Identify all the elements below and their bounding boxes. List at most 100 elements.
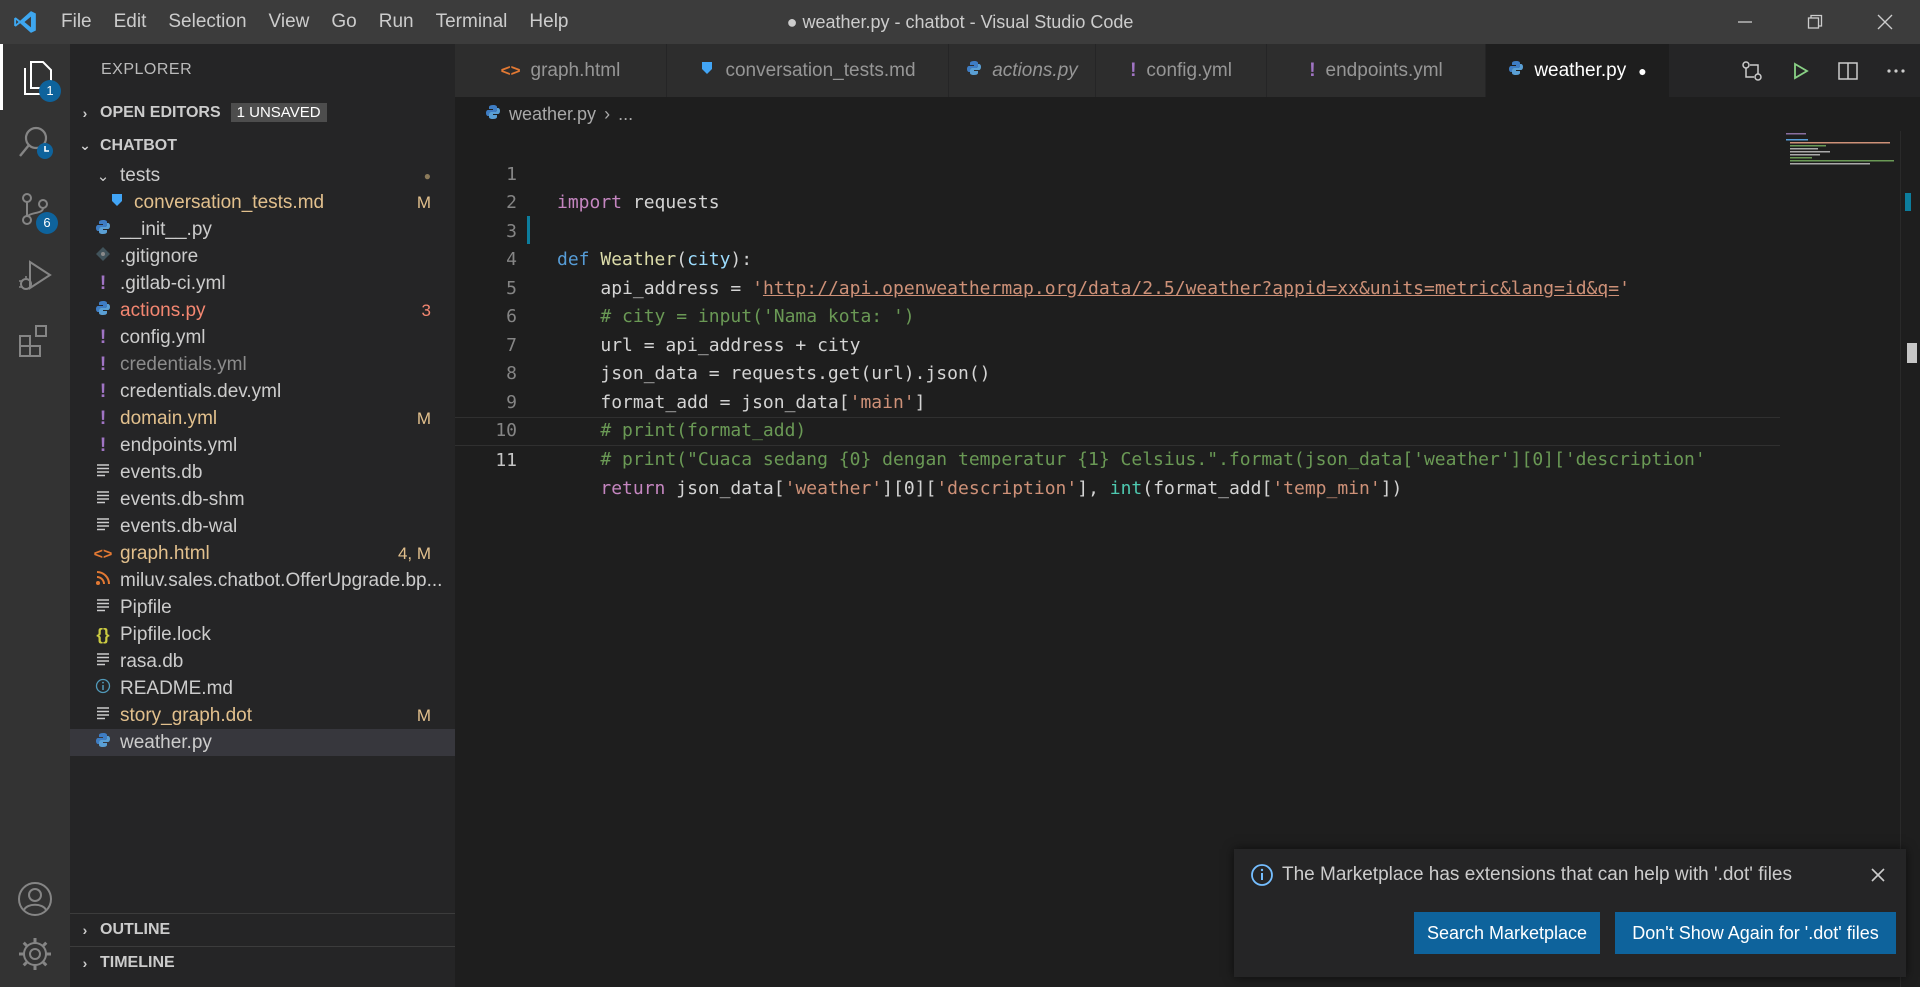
explorer-activity[interactable]: 1 xyxy=(0,44,70,110)
lines-icon xyxy=(92,651,114,672)
lines-icon xyxy=(92,516,114,537)
file-name: events.db-shm xyxy=(120,488,245,510)
chevron-down-icon: ⌄ xyxy=(96,167,110,185)
outline-label: OUTLINE xyxy=(100,921,171,938)
menu-view[interactable]: View xyxy=(258,0,321,44)
menu-file[interactable]: File xyxy=(50,0,103,44)
notification-message: The Marketplace has extensions that can … xyxy=(1250,863,1792,887)
run-debug-activity[interactable] xyxy=(0,242,70,308)
file-tree-item[interactable]: ! domain.yml M xyxy=(70,405,455,432)
file-tree-item[interactable]: events.db-shm xyxy=(70,486,455,513)
timeline-label: TIMELINE xyxy=(100,954,175,971)
file-tree-item[interactable]: rasa.db xyxy=(70,648,455,675)
file-tree-item[interactable]: __init__.py xyxy=(70,216,455,243)
breadcrumb-symbol[interactable]: ... xyxy=(618,104,633,125)
workspace-label: CHATBOT xyxy=(100,136,178,154)
file-tree-item[interactable]: miluv.sales.chatbot.OfferUpgrade.bp... xyxy=(70,567,455,594)
html-icon: <> xyxy=(93,545,113,563)
tab-label: conversation_tests.md xyxy=(725,59,916,81)
source-control-activity[interactable]: 6 xyxy=(0,176,70,242)
timeline-section[interactable]: › TIMELINE xyxy=(70,946,455,979)
file-name: .gitlab-ci.yml xyxy=(120,272,226,294)
menu-edit[interactable]: Edit xyxy=(103,0,158,44)
tab-endpoints-yml[interactable]: ! endpoints.yml xyxy=(1267,44,1486,97)
open-editors-section[interactable]: › OPEN EDITORS 1 UNSAVED xyxy=(70,96,455,129)
breadcrumb-file[interactable]: weather.py xyxy=(509,104,596,125)
search-marketplace-button[interactable]: Search Marketplace xyxy=(1414,912,1600,954)
file-tree-item[interactable]: actions.py 3 xyxy=(70,297,455,324)
file-tree-item[interactable]: conversation_tests.md M xyxy=(70,189,455,216)
code-line: 6 url = api_address + city xyxy=(455,275,1780,356)
file-tree-item[interactable]: README.md xyxy=(70,675,455,702)
file-tree-item[interactable]: ! .gitlab-ci.yml xyxy=(70,270,455,297)
lines-icon xyxy=(92,462,114,483)
menu-run[interactable]: Run xyxy=(368,0,425,44)
file-tree-item[interactable]: ! config.yml xyxy=(70,324,455,351)
menu-selection[interactable]: Selection xyxy=(157,0,257,44)
file-name: credentials.yml xyxy=(120,353,247,375)
file-tree-item[interactable]: weather.py xyxy=(70,729,455,756)
code-line: 1 import requests xyxy=(455,132,1780,214)
menu-go[interactable]: Go xyxy=(320,0,367,44)
open-editors-label: OPEN EDITORS xyxy=(100,103,221,121)
line-content: # print("Cuaca sedang {0} dengan tempera… xyxy=(600,448,1706,470)
file-tree-item[interactable]: ! credentials.yml xyxy=(70,351,455,378)
file-tree-item[interactable]: ! credentials.dev.yml xyxy=(70,378,455,405)
close-window-button[interactable] xyxy=(1850,0,1920,44)
tab-actions-py[interactable]: actions.py xyxy=(949,44,1096,97)
file-tree-item[interactable]: ⌄ tests ● xyxy=(70,162,455,189)
json-icon: {} xyxy=(96,624,110,644)
minimize-button[interactable] xyxy=(1710,0,1780,44)
file-tree: ⌄ tests ● conversation_tests.md M __init__.py… xyxy=(70,162,455,842)
outline-section[interactable]: › OUTLINE xyxy=(70,913,455,946)
activity-bar: 1 6 xyxy=(0,44,70,987)
account-icon xyxy=(18,882,52,916)
tab-weather-py[interactable]: weather.py ● xyxy=(1486,44,1670,97)
run-file-button[interactable] xyxy=(1776,44,1824,97)
tab-config-yml[interactable]: ! config.yml xyxy=(1096,44,1267,97)
scrollbar-change-marker xyxy=(1905,193,1911,211)
unsaved-dot-icon[interactable]: ● xyxy=(1638,63,1646,79)
rss-icon xyxy=(92,570,114,591)
python-icon xyxy=(92,732,114,753)
restore-button[interactable] xyxy=(1780,0,1850,44)
file-tree-item[interactable]: {} Pipfile.lock xyxy=(70,621,455,648)
close-notification-button[interactable] xyxy=(1866,863,1890,887)
open-changes-button[interactable] xyxy=(1728,44,1776,97)
dont-show-again-button[interactable]: Don't Show Again for '.dot' files xyxy=(1615,912,1896,954)
line-content: return json_data['weather'][0]['descript… xyxy=(600,478,1403,499)
tab-conversation-tests-md[interactable]: conversation_tests.md xyxy=(667,44,949,97)
file-tree-item[interactable]: Pipfile xyxy=(70,594,455,621)
manage-activity[interactable] xyxy=(0,921,70,987)
file-tree-item[interactable]: events.db-wal xyxy=(70,513,455,540)
file-name: conversation_tests.md xyxy=(134,191,325,213)
file-tree-item[interactable]: events.db xyxy=(70,459,455,486)
file-tree-item[interactable]: story_graph.dot M xyxy=(70,702,455,729)
file-tree-item[interactable]: .gitignore xyxy=(70,243,455,270)
file-tree-item[interactable]: ! endpoints.yml xyxy=(70,432,455,459)
markdown-icon xyxy=(699,60,715,81)
lines-icon xyxy=(92,489,114,510)
minimize-icon xyxy=(1738,21,1752,23)
more-actions-button[interactable] xyxy=(1872,44,1920,97)
split-editor-button[interactable] xyxy=(1824,44,1872,97)
menu-help[interactable]: Help xyxy=(518,0,579,44)
file-tree-item[interactable]: <> graph.html 4, M xyxy=(70,540,455,567)
editor-actions xyxy=(1728,44,1920,97)
code-line: 8 format_add = json_data['main'] xyxy=(455,332,1780,413)
file-name: domain.yml xyxy=(120,407,218,429)
extensions-activity[interactable] xyxy=(0,308,70,374)
scrollbar-cursor-marker xyxy=(1907,343,1917,363)
file-name: .gitignore xyxy=(120,245,199,267)
workspace-section[interactable]: ⌄ CHATBOT xyxy=(70,129,455,162)
menu-terminal[interactable]: Terminal xyxy=(425,0,519,44)
tab-graph-html[interactable]: <> graph.html xyxy=(455,44,667,97)
info-icon xyxy=(92,678,114,699)
code-line: 10 # print("Cuaca sedang {0} dengan temp… xyxy=(455,389,1780,470)
git-decoration: ● xyxy=(423,168,431,183)
notification-text: The Marketplace has extensions that can … xyxy=(1282,864,1792,885)
scm-badge: 6 xyxy=(36,212,58,234)
search-activity[interactable] xyxy=(0,110,70,176)
split-editor-icon xyxy=(1838,61,1858,80)
file-name: rasa.db xyxy=(120,650,184,672)
